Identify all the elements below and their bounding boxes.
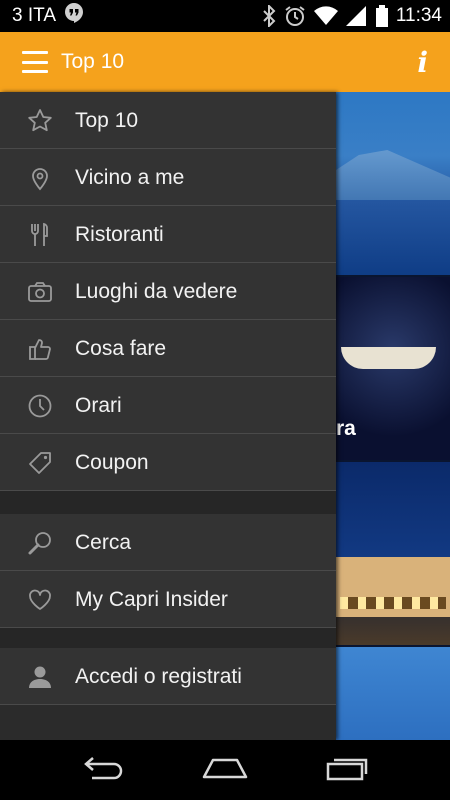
system-nav-bar [0,740,450,800]
list-item[interactable] [336,647,450,740]
action-bar: Top 10 i [0,32,450,92]
status-bar: 3 ITA 11:34 [0,0,450,32]
drawer-item-accedi[interactable]: Accedi o registrati [0,648,336,705]
list-item-title: ra [336,417,356,440]
signal-icon [345,6,368,26]
battery-icon [375,5,388,27]
drawer-item-label: Orari [75,393,122,417]
drawer-divider [0,491,336,514]
fork-knife-icon [27,222,53,248]
back-icon [80,756,124,785]
top10-list: ra [336,92,450,740]
drawer-item-coupon[interactable]: Coupon [0,434,336,491]
search-icon [27,530,53,556]
drawer-divider [0,628,336,648]
recents-icon [326,755,370,786]
hangouts-icon [64,2,84,30]
drawer-item-label: Ristoranti [75,222,164,246]
drawer-item-orari[interactable]: Orari [0,377,336,434]
star-icon [27,108,53,134]
navigation-drawer: Top 10 Vicino a me Ristoranti Luoghi da … [0,92,336,740]
drawer-item-label: Top 10 [75,108,139,132]
back-button[interactable] [72,750,132,790]
bluetooth-icon [262,5,276,27]
heart-icon [27,587,53,613]
list-item[interactable] [336,462,450,645]
drawer-item-luoghi[interactable]: Luoghi da vedere [0,263,336,320]
location-pin-icon [27,165,53,191]
drawer-item-label: Luoghi da vedere [75,279,238,303]
drawer-item-label: Cosa fare [75,336,167,360]
drawer-item-top10[interactable]: Top 10 [0,92,336,149]
thumbs-up-icon [27,336,53,362]
user-icon [27,664,53,690]
recents-button[interactable] [318,750,378,790]
drawer-item-my-capri[interactable]: My Capri Insider [0,571,336,628]
home-icon [201,756,249,785]
tag-icon [27,450,53,476]
home-button[interactable] [195,750,255,790]
carrier-label: 3 ITA [12,5,56,26]
drawer-item-cerca[interactable]: Cerca [0,514,336,571]
info-icon[interactable]: i [417,46,428,79]
drawer-item-label: Accedi o registrati [75,664,242,688]
camera-icon [27,279,53,305]
drawer-item-label: Vicino a me [75,165,185,189]
clock-time: 11:34 [395,5,442,26]
drawer-item-vicino[interactable]: Vicino a me [0,149,336,206]
menu-icon[interactable] [22,51,48,73]
list-item[interactable]: ra [336,277,450,460]
clock-icon [27,393,53,419]
drawer-item-label: My Capri Insider [75,587,228,611]
drawer-item-ristoranti[interactable]: Ristoranti [0,206,336,263]
list-item[interactable] [336,92,450,275]
alarm-icon [284,5,306,27]
drawer-item-label: Cerca [75,530,132,554]
drawer-item-label: Coupon [75,450,149,474]
wifi-icon [313,6,338,26]
page-title: Top 10 [61,50,125,73]
drawer-item-cosa-fare[interactable]: Cosa fare [0,320,336,377]
